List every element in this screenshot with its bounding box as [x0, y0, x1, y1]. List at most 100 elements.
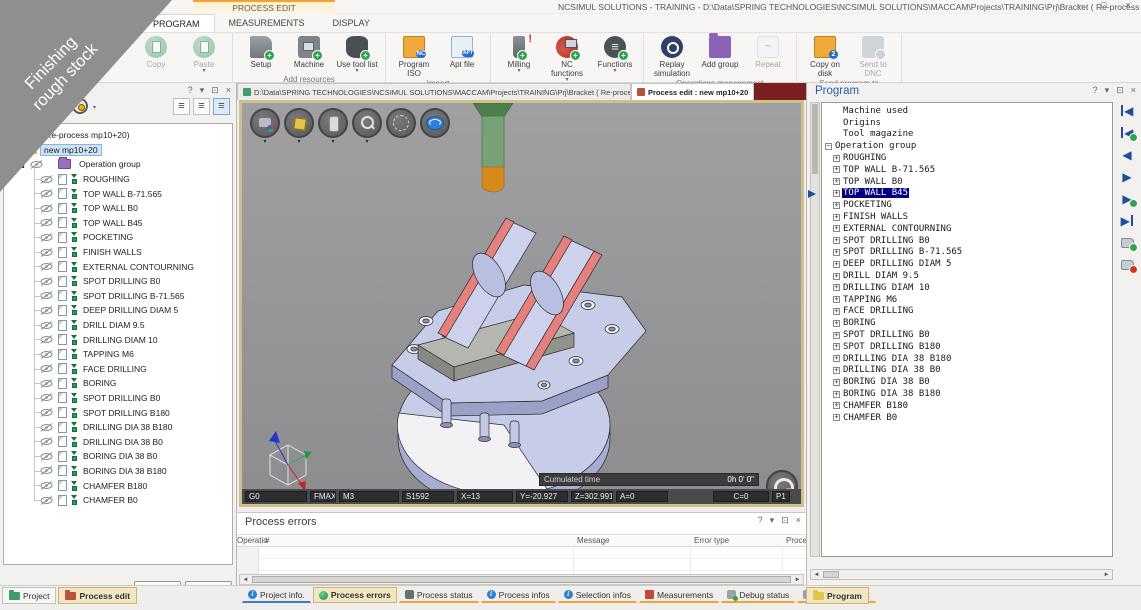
program-item[interactable]: + BORING DIA 38 B180 — [822, 388, 1112, 400]
expander-icon[interactable]: + — [833, 284, 840, 291]
tree-operation-row[interactable]: TOP WALL B45 — [4, 216, 232, 231]
program-item[interactable]: + DRILLING DIA 38 B180 — [822, 353, 1112, 365]
info-tab[interactable]: Process errors — [313, 587, 397, 603]
eye-off-icon[interactable] — [40, 466, 53, 475]
expander-icon[interactable]: + — [833, 308, 840, 315]
tree-selected-item[interactable]: new mp10+20 — [4, 143, 232, 158]
tree-group-row[interactable]: ◢ Operation group — [4, 157, 232, 172]
tree-operation-row[interactable]: CHAMFER B0 — [4, 493, 232, 508]
tree-operation-row[interactable]: DEEP DRILLING DIAM 5 — [4, 303, 232, 318]
tree-operation-row[interactable]: TAPPING M6 — [4, 347, 232, 362]
panel-control-button[interactable]: × — [226, 85, 231, 96]
program-item[interactable]: + BORING — [822, 317, 1112, 329]
program-item[interactable]: + FINISH WALLS — [822, 211, 1112, 223]
tree-operation-row[interactable]: EXTERNAL CONTOURNING — [4, 259, 232, 274]
program-item[interactable]: + EXTERNAL CONTOURNING — [822, 223, 1112, 235]
ribbon-button[interactable]: Machine — [287, 35, 331, 74]
stock-view-button[interactable]: ▾ — [284, 108, 314, 145]
scrollbar-thumb[interactable] — [823, 571, 839, 578]
minimize-button[interactable]: – — [1073, 0, 1087, 12]
remove-marker-button[interactable] — [1117, 257, 1137, 272]
tree-operation-row[interactable]: ROUGHING — [4, 172, 232, 187]
panel-control-button[interactable]: × — [796, 515, 801, 526]
info-tab[interactable]: Project info. — [242, 587, 311, 603]
expander-icon[interactable]: + — [833, 237, 840, 244]
tree-operation-row[interactable]: SPOT DRILLING B0 — [4, 274, 232, 289]
info-tab[interactable]: Process infos — [481, 587, 556, 603]
tree-root-item[interactable]: ( Re-process mp10+20) — [4, 128, 232, 143]
program-item[interactable]: + DRILL DIAM 9.5 — [822, 270, 1112, 282]
workspace-tab[interactable]: Process edit — [58, 587, 137, 604]
expander-icon[interactable]: + — [833, 379, 840, 386]
context-tab-process-edit[interactable]: PROCESS EDIT — [193, 0, 335, 14]
expander-icon[interactable]: + — [833, 166, 840, 173]
eye-off-icon[interactable] — [40, 277, 53, 286]
expander-icon[interactable]: + — [833, 225, 840, 232]
expander-icon[interactable]: − — [825, 143, 832, 150]
eye-off-icon[interactable] — [40, 218, 53, 227]
eye-off-icon[interactable] — [40, 233, 53, 242]
panel-control-button[interactable]: ? — [758, 515, 763, 526]
expander-icon[interactable]: + — [833, 214, 840, 221]
refresh-button[interactable] — [420, 108, 450, 145]
tree-operation-row[interactable]: CHAMFER B180 — [4, 478, 232, 493]
go-first-button[interactable]: ◀ — [1117, 103, 1137, 118]
program-panel-tab[interactable]: Program — [806, 587, 869, 604]
ribbon-button[interactable]: Program ISO — [392, 35, 436, 78]
ribbon-button[interactable]: Copy — [134, 35, 178, 74]
program-item[interactable]: + TOP WALL B-71.565 — [822, 164, 1112, 176]
program-item[interactable]: + FACE DRILLING — [822, 306, 1112, 318]
zoom-button[interactable]: ▾ — [352, 108, 382, 145]
ribbon-button[interactable]: Replay simulation — [650, 35, 694, 78]
expand-arrow-icon[interactable]: ◢ — [18, 160, 24, 169]
program-item[interactable]: + TOP WALL B45 — [822, 188, 1112, 200]
expander-icon[interactable]: + — [833, 202, 840, 209]
expander-icon[interactable]: + — [833, 178, 840, 185]
eye-off-icon[interactable] — [40, 423, 53, 432]
panel-control-button[interactable]: ▾ — [1105, 85, 1110, 96]
machine-view-button[interactable]: ▾ — [250, 108, 280, 145]
program-item[interactable]: + TOP WALL B0 — [822, 176, 1112, 188]
list-view-toggle[interactable]: ≡ — [213, 98, 230, 115]
eye-off-icon[interactable] — [40, 306, 53, 315]
selection-button[interactable] — [386, 108, 416, 145]
expander-icon[interactable]: + — [833, 367, 840, 374]
eye-off-icon[interactable] — [40, 204, 53, 213]
column-header[interactable]: Error type — [694, 536, 729, 545]
ribbon-button[interactable]: Send to DNC — [851, 35, 895, 78]
program-item[interactable]: + POCKETING — [822, 199, 1112, 211]
program-item[interactable]: + DEEP DRILLING DIAM 5 — [822, 258, 1112, 270]
expander-icon[interactable]: + — [833, 332, 840, 339]
horizontal-scrollbar[interactable]: ◄ ► — [239, 574, 804, 585]
vertical-scrollbar[interactable] — [810, 102, 820, 557]
target-icon[interactable] — [72, 98, 88, 114]
eye-off-icon[interactable] — [40, 262, 53, 271]
info-tab[interactable]: Process status — [399, 587, 479, 603]
workspace-tab[interactable]: Project — [2, 587, 56, 604]
ribbon-tab[interactable]: DISPLAY — [319, 14, 384, 32]
record-icon[interactable] — [52, 100, 65, 113]
expander-icon[interactable]: + — [833, 273, 840, 280]
eye-off-icon[interactable] — [40, 496, 53, 505]
go-first-marker-button[interactable]: ◀ — [1117, 125, 1137, 140]
tree-operation-row[interactable]: BORING DIA 38 B0 — [4, 449, 232, 464]
tree-operation-row[interactable]: FINISH WALLS — [4, 245, 232, 260]
panel-control-button[interactable]: ▾ — [770, 515, 775, 526]
tree-operation-row[interactable]: TOP WALL B-71.565 — [4, 186, 232, 201]
simulation-viewport[interactable]: ▾ ▾ ▾ — [239, 100, 804, 507]
eye-off-icon[interactable] — [40, 452, 53, 461]
go-last-marker-button[interactable]: ▶ — [1117, 191, 1137, 206]
program-item[interactable]: − Operation group — [822, 140, 1112, 152]
expander-icon[interactable]: + — [833, 155, 840, 162]
eye-off-icon[interactable] — [40, 408, 53, 417]
tree-operation-row[interactable]: DRILLING DIA 38 B0 — [4, 434, 232, 449]
scroll-right-icon[interactable]: ► — [1101, 572, 1112, 578]
eye-off-icon[interactable] — [40, 364, 53, 373]
program-item[interactable]: + CHAMFER B0 — [822, 412, 1112, 424]
tree-operation-row[interactable]: BORING — [4, 376, 232, 391]
ribbon-tab[interactable]: PROGRAM — [138, 14, 215, 32]
tree-operation-row[interactable]: BORING DIA 38 B180 — [4, 464, 232, 479]
ribbon-button[interactable]: Functions ▾ — [593, 35, 637, 83]
eye-off-icon[interactable] — [30, 160, 43, 169]
step-back-button[interactable]: ◀ — [1117, 147, 1137, 162]
